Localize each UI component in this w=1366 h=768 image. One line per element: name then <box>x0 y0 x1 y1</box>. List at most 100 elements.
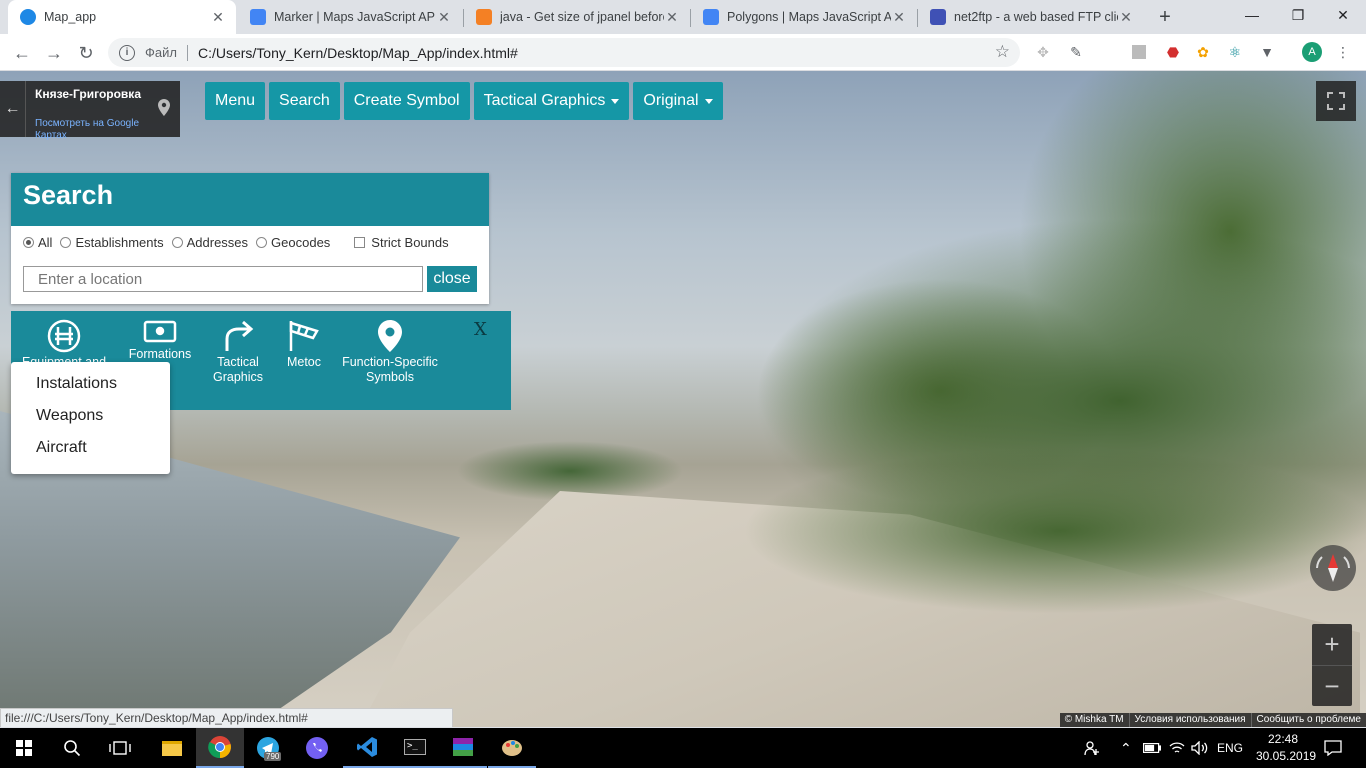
new-tab-icon[interactable]: + <box>1154 6 1176 28</box>
close-tab-icon[interactable]: ✕ <box>1118 9 1134 25</box>
search-panel-title: Search <box>11 173 489 226</box>
windows-start-icon[interactable] <box>0 728 48 768</box>
compass-icon[interactable] <box>1310 545 1356 591</box>
symbol-label: Tactical Graphics <box>212 355 264 384</box>
extension-vue-icon[interactable]: ▼ <box>1258 43 1276 61</box>
extension-shield-icon[interactable]: ⬣ <box>1164 43 1182 61</box>
profile-avatar[interactable]: A <box>1302 42 1322 62</box>
symbol-category-formations[interactable]: Formations <box>119 319 201 362</box>
terms-link[interactable]: Условия использования <box>1128 713 1251 727</box>
tab-title: Polygons | Maps JavaScript AI <box>727 10 891 24</box>
dropdown-item-weapons[interactable]: Weapons <box>11 400 170 432</box>
location-search-input[interactable] <box>23 266 423 292</box>
map-app-favicon-icon <box>20 9 36 25</box>
language-indicator[interactable]: ENG <box>1217 728 1243 768</box>
status-url: file:///C:/Users/Tony_Kern/Desktop/Map_A… <box>0 708 453 727</box>
tab-polygons[interactable]: Polygons | Maps JavaScript AI ✕ <box>691 0 917 34</box>
tactical-graphics-dropdown[interactable]: Tactical Graphics <box>473 82 630 120</box>
strict-bounds-checkbox[interactable] <box>354 237 366 248</box>
restore-icon[interactable]: ❐ <box>1275 0 1321 30</box>
telegram-icon[interactable] <box>244 728 292 768</box>
close-tab-icon[interactable]: ✕ <box>664 9 680 25</box>
create-symbol-button[interactable]: Create Symbol <box>343 82 470 120</box>
paint-icon[interactable] <box>488 728 536 768</box>
map-pin-icon <box>378 320 402 352</box>
wifi-icon[interactable] <box>1169 728 1185 768</box>
address-bar[interactable]: i Файл C:/Users/Tony_Kern/Desktop/Map_Ap… <box>108 38 1020 67</box>
forward-arrow-icon[interactable]: → <box>40 39 68 67</box>
close-symbol-panel-icon[interactable]: X <box>474 319 487 340</box>
extension-square-icon[interactable] <box>1130 43 1148 61</box>
dropdown-item-aircraft[interactable]: Aircraft <box>11 432 170 464</box>
window-close-icon[interactable]: ✕ <box>1320 0 1366 30</box>
top-nav: Menu Search Create Symbol Tactical Graph… <box>205 82 723 120</box>
telegram-unread-badge: 790 <box>264 752 282 761</box>
minimize-icon[interactable]: — <box>1229 0 1275 30</box>
location-card: ← Князе-Григоровка Посмотреть на Google … <box>0 81 180 141</box>
chrome-menu-icon[interactable]: ⋮ <box>1334 43 1352 61</box>
reload-icon[interactable]: ↻ <box>72 39 100 67</box>
terminal-icon[interactable]: >_ <box>391 728 439 768</box>
caret-down-icon <box>704 98 713 104</box>
chrome-taskbar-icon[interactable] <box>196 728 244 768</box>
winrar-icon[interactable] <box>439 728 487 768</box>
zoom-out-icon[interactable]: − <box>1312 666 1352 707</box>
extension-atom-icon[interactable]: ⚛ <box>1226 43 1244 61</box>
stackoverflow-favicon-icon <box>476 9 492 25</box>
info-icon[interactable]: i <box>119 44 135 61</box>
radio-geocodes[interactable] <box>256 237 268 248</box>
task-view-icon[interactable] <box>96 728 144 768</box>
tactical-graphics-label: Tactical Graphics <box>483 92 606 109</box>
extension-move-icon[interactable]: ✥ <box>1034 43 1052 61</box>
extension-flower-icon[interactable]: ✿ <box>1194 43 1212 61</box>
tab-title: java - Get size of jpanel before <box>500 10 664 24</box>
search-icon[interactable] <box>48 728 96 768</box>
metoc-windsock-icon <box>289 321 319 351</box>
zoom-in-icon[interactable]: + <box>1312 624 1352 665</box>
clock-time: 22:48 <box>1267 732 1299 746</box>
file-explorer-icon[interactable] <box>148 728 196 768</box>
dropdown-item-instalations[interactable]: Instalations <box>11 368 170 400</box>
extension-pen-icon[interactable]: ✎ <box>1067 43 1085 61</box>
volume-icon[interactable] <box>1191 728 1209 768</box>
tray-overflow-icon[interactable]: ⌃ <box>1120 728 1132 768</box>
search-button[interactable]: Search <box>269 82 340 120</box>
close-search-button[interactable]: close <box>427 266 477 292</box>
radio-label: Establishments <box>75 235 164 250</box>
open-in-google-maps-link[interactable]: Посмотреть на Google Картах <box>35 118 145 142</box>
notifications-icon[interactable] <box>1324 728 1342 768</box>
street-view[interactable]: ← Князе-Григоровка Посмотреть на Google … <box>0 71 1366 727</box>
radio-all[interactable] <box>23 237 34 248</box>
symbol-category-metoc[interactable]: Metoc <box>277 319 331 370</box>
tab-map-app[interactable]: Map_app ✕ <box>8 0 236 34</box>
radio-addresses[interactable] <box>171 237 183 248</box>
scheme-label: Файл <box>145 45 177 60</box>
system-clock[interactable]: 22:48 30.05.2019 <box>1256 731 1316 765</box>
map-pin-icon <box>158 99 170 120</box>
url-text[interactable]: C:/Users/Tony_Kern/Desktop/Map_App/index… <box>198 45 518 61</box>
close-tab-icon[interactable]: ✕ <box>436 9 452 25</box>
report-problem-link[interactable]: Сообщить о проблеме <box>1250 713 1366 727</box>
vscode-icon[interactable] <box>343 728 391 768</box>
radio-establishments[interactable] <box>60 237 72 248</box>
menu-button[interactable]: Menu <box>205 82 266 120</box>
tab-net2ftp[interactable]: net2ftp - a web based FTP clie ✕ <box>918 0 1144 34</box>
bookmark-star-icon[interactable]: ☆ <box>995 42 1010 62</box>
back-arrow-icon[interactable]: ← <box>0 81 26 137</box>
original-dropdown[interactable]: Original <box>633 82 723 120</box>
symbol-label: Formations <box>128 347 192 361</box>
close-tab-icon[interactable]: ✕ <box>210 9 226 25</box>
viber-icon[interactable] <box>293 728 341 768</box>
fullscreen-icon[interactable] <box>1316 81 1356 121</box>
tab-java[interactable]: java - Get size of jpanel before ✕ <box>464 0 690 34</box>
back-arrow-icon[interactable]: ← <box>8 39 36 67</box>
close-tab-icon[interactable]: ✕ <box>891 9 907 25</box>
symbol-category-tactical-graphics[interactable]: Tactical Graphics <box>203 319 273 385</box>
people-icon[interactable] <box>1084 728 1100 768</box>
battery-icon[interactable] <box>1143 728 1161 768</box>
browser-toolbar: ← → ↻ i Файл C:/Users/Tony_Kern/Desktop/… <box>0 34 1366 71</box>
tab-marker[interactable]: Marker | Maps JavaScript API ✕ <box>238 0 462 34</box>
symbol-category-function-specific[interactable]: Function-Specific Symbols <box>337 319 443 385</box>
strict-bounds-label: Strict Bounds <box>371 235 449 250</box>
equipment-dropdown: Instalations Weapons Aircraft <box>11 362 170 474</box>
